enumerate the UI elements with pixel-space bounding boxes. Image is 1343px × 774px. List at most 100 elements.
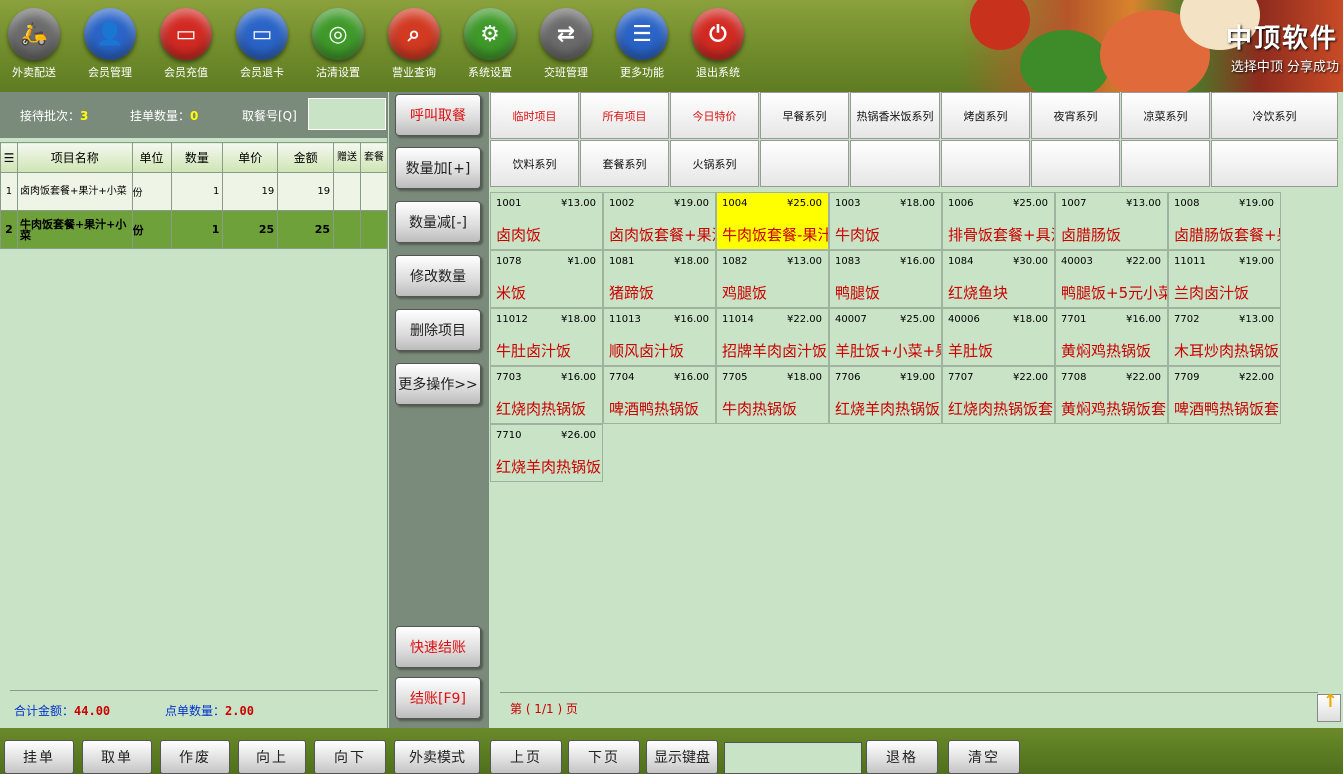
category-tab[interactable]: 烤卤系列	[941, 92, 1030, 139]
next-page-button[interactable]: 下页	[568, 740, 640, 774]
more-ops-button[interactable]: 更多操作>>	[395, 363, 481, 405]
item-code: 7706	[835, 372, 861, 383]
menu-item-tile[interactable]: 7705 ¥18.00 牛肉热锅饭	[716, 366, 829, 424]
category-tab[interactable]: 饮料系列	[490, 140, 579, 187]
item-code: 7703	[496, 372, 522, 383]
menu-item-tile[interactable]: 11012 ¥18.00 牛肚卤汁饭	[490, 308, 603, 366]
gear-icon: ⚙	[464, 8, 516, 60]
menu-item-tile[interactable]: 40007 ¥25.00 羊肚饭+小菜+果	[829, 308, 942, 366]
menu-item-tile[interactable]: 1006 ¥25.00 排骨饭套餐+具汁	[942, 192, 1055, 250]
item-price: ¥18.00	[674, 256, 709, 267]
page-up-icon[interactable]: ↑	[1317, 691, 1341, 722]
menu-item-tile[interactable]: 1078 ¥1.00 米饭	[490, 250, 603, 308]
category-tab[interactable]: 冷饮系列	[1211, 92, 1338, 139]
category-tab[interactable]: 凉菜系列	[1121, 92, 1210, 139]
input-box[interactable]	[724, 742, 862, 774]
col-gift: 赠送	[333, 142, 361, 173]
toolbar-handover-button[interactable]: ⇄ 交班管理	[531, 8, 601, 80]
category-tab[interactable]: 夜宵系列	[1031, 92, 1120, 139]
qty-add-button[interactable]: 数量加[+]	[395, 147, 481, 189]
toolbar-search-button[interactable]: ⌕ 营业查询	[379, 8, 449, 80]
menu-item-tile[interactable]: 7706 ¥19.00 红烧羊肉热锅饭	[829, 366, 942, 424]
item-name: 鸭腿饭+5元小菜	[1061, 284, 1168, 302]
menu-item-tile[interactable]: 1081 ¥18.00 猪蹄饭	[603, 250, 716, 308]
backspace-button[interactable]: 退格	[866, 740, 938, 774]
category-tab[interactable]: 火锅系列	[670, 140, 759, 187]
menu-item-tile[interactable]: 1004 ¥25.00 牛肉饭套餐-果汁	[716, 192, 829, 250]
brand-slogan: 选择中顶 分享成功	[1230, 60, 1339, 75]
category-tab[interactable]	[941, 140, 1030, 187]
category-tab[interactable]	[1211, 140, 1338, 187]
menu-item-tile[interactable]: 40006 ¥18.00 羊肚饭	[942, 308, 1055, 366]
item-name: 鸡腿饭	[722, 284, 768, 302]
prev-page-button[interactable]: 上页	[490, 740, 562, 774]
menu-item-tile[interactable]: 1084 ¥30.00 红烧鱼块	[942, 250, 1055, 308]
move-down-button[interactable]: 向下	[314, 740, 386, 774]
toolbar-label: 交班管理	[544, 66, 588, 79]
toolbar-plate-button[interactable]: ◎ 沽清设置	[303, 8, 373, 80]
call-pickup-button[interactable]: 呼叫取餐	[395, 94, 481, 136]
table-row[interactable]: 2 牛肉饭套餐+果汁+小菜 份 1 25 25	[0, 210, 388, 249]
menu-item-tile[interactable]: 7707 ¥22.00 红烧肉热锅饭套	[942, 366, 1055, 424]
category-tab[interactable]	[1031, 140, 1120, 187]
menu-item-tile[interactable]: 1003 ¥18.00 牛肉饭	[829, 192, 942, 250]
toolbar-scooter-button[interactable]: 🛵 外卖配送	[0, 8, 69, 80]
toolbar-member-button[interactable]: 👤 会员管理	[75, 8, 145, 80]
item-name: 鸭腿饭	[835, 284, 881, 302]
move-up-button[interactable]: 向上	[238, 740, 306, 774]
menu-item-tile[interactable]: 7709 ¥22.00 啤酒鸭热锅饭套	[1168, 366, 1281, 424]
item-name: 兰肉卤汁饭	[1174, 284, 1250, 302]
item-price: ¥1.00	[567, 256, 596, 267]
category-tab[interactable]: 临时项目	[490, 92, 579, 139]
pay-button[interactable]: 结账[F9]	[395, 677, 481, 719]
category-tab[interactable]: 今日特价	[670, 92, 759, 139]
menu-item-tile[interactable]: 11013 ¥16.00 顺风卤汁饭	[603, 308, 716, 366]
toolbar-power-button[interactable]: ⏻ 退出系统	[683, 8, 753, 80]
hold-order-button[interactable]: 挂单	[4, 740, 74, 774]
category-tab[interactable]: 所有项目	[580, 92, 669, 139]
qty-sub-button[interactable]: 数量减[-]	[395, 201, 481, 243]
item-code: 11014	[722, 314, 754, 325]
clear-button[interactable]: 清空	[948, 740, 1020, 774]
col-name: 项目名称	[16, 142, 133, 173]
category-tab[interactable]	[850, 140, 940, 187]
menu-item-tile[interactable]: 1002 ¥19.00 卤肉饭套餐+果汁	[603, 192, 716, 250]
quick-pay-button[interactable]: 快速结账	[395, 626, 481, 668]
pickno-input[interactable]	[308, 98, 386, 130]
category-tab[interactable]	[1121, 140, 1210, 187]
toolbar-recharge-card-button[interactable]: ▭ 会员充值	[151, 8, 221, 80]
item-name: 卤腊肠饭	[1061, 226, 1122, 244]
toolbar-label: 外卖配送	[12, 66, 56, 79]
menu-item-tile[interactable]: 7708 ¥22.00 黄焖鸡热锅饭套	[1055, 366, 1168, 424]
menu-item-tile[interactable]: 7710 ¥26.00 红烧羊肉热锅饭	[490, 424, 603, 482]
menu-item-tile[interactable]: 1008 ¥19.00 卤腊肠饭套餐+果	[1168, 192, 1281, 250]
void-button[interactable]: 作废	[160, 740, 230, 774]
category-tab[interactable]	[760, 140, 849, 187]
menu-item-tile[interactable]: 1082 ¥13.00 鸡腿饭	[716, 250, 829, 308]
menu-item-tile[interactable]: 1083 ¥16.00 鸭腿饭	[829, 250, 942, 308]
menu-item-tile[interactable]: 1001 ¥13.00 卤肉饭	[490, 192, 603, 250]
takeaway-mode-button[interactable]: 外卖模式	[394, 740, 480, 774]
modify-qty-button[interactable]: 修改数量	[395, 255, 481, 297]
menu-item-tile[interactable]: 1007 ¥13.00 卤腊肠饭	[1055, 192, 1168, 250]
row-price: 19	[222, 172, 279, 211]
menu-item-tile[interactable]: 11014 ¥22.00 招牌羊肉卤汁饭	[716, 308, 829, 366]
menu-item-tile[interactable]: 7703 ¥16.00 红烧肉热锅饭	[490, 366, 603, 424]
menu-item-tile[interactable]: 7701 ¥16.00 黄焖鸡热锅饭	[1055, 308, 1168, 366]
menu-item-tile[interactable]: 7704 ¥16.00 啤酒鸭热锅饭	[603, 366, 716, 424]
toolbar-list-button[interactable]: ☰ 更多功能	[607, 8, 677, 80]
menu-item-tile[interactable]: 11011 ¥19.00 兰肉卤汁饭	[1168, 250, 1281, 308]
take-order-button[interactable]: 取单	[82, 740, 152, 774]
category-tab[interactable]: 早餐系列	[760, 92, 849, 139]
show-keyboard-button[interactable]: 显示键盘	[646, 740, 718, 774]
toolbar-gear-button[interactable]: ⚙ 系统设置	[455, 8, 525, 80]
table-menu-icon[interactable]: ☰	[0, 142, 18, 173]
col-qty: 数量	[170, 142, 224, 173]
menu-item-tile[interactable]: 40003 ¥22.00 鸭腿饭+5元小菜	[1055, 250, 1168, 308]
category-tab[interactable]: 套餐系列	[580, 140, 669, 187]
menu-item-tile[interactable]: 7702 ¥13.00 木耳炒肉热锅饭	[1168, 308, 1281, 366]
category-tab[interactable]: 热锅香米饭系列	[850, 92, 940, 139]
delete-item-button[interactable]: 删除项目	[395, 309, 481, 351]
table-row[interactable]: 1 卤肉饭套餐+果汁+小菜 份 1 19 19	[0, 172, 388, 211]
toolbar-refund-card-button[interactable]: ▭ 会员退卡	[227, 8, 297, 80]
